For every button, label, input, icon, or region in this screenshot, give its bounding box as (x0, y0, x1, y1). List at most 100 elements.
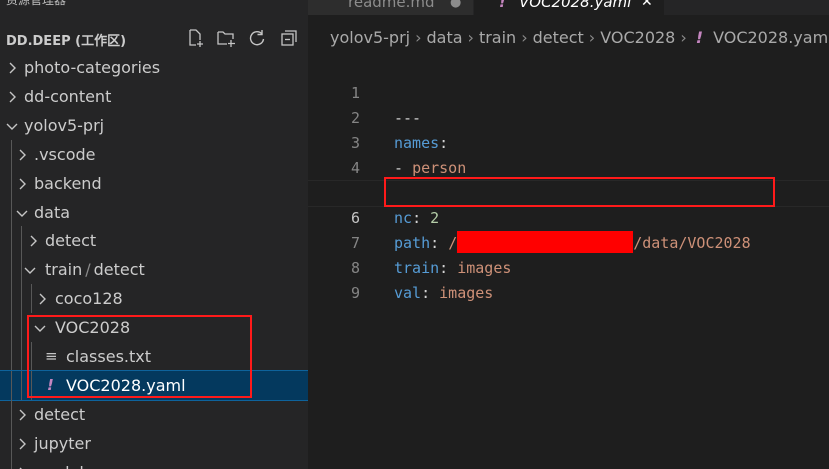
tree-label-part: train (45, 260, 83, 279)
code-editor[interactable]: 1 --- 2 names: 3 - person 4 - hat 5 nc: … (308, 56, 829, 469)
tree-label-part: detect (93, 260, 145, 279)
workspace-header[interactable]: DD.DEEP (工作区) (0, 24, 308, 52)
breadcrumb-item[interactable]: train (479, 28, 516, 47)
yaml-file-icon: ! (695, 28, 704, 47)
code-line: 3 - person (308, 106, 829, 177)
tree-folder-backend[interactable]: backend (0, 169, 308, 198)
tree-label: detect (45, 231, 97, 250)
indent-guide (11, 169, 12, 198)
tree-label: classes.txt (66, 347, 151, 366)
chevron-right-icon (6, 91, 18, 103)
chevron-down-icon (16, 207, 28, 219)
code-line: 8 val: images (308, 231, 829, 302)
new-file-icon[interactable] (185, 28, 205, 48)
tree-folder-models[interactable]: models (0, 458, 308, 469)
chevron-right-icon (36, 293, 48, 305)
indent-guide (11, 429, 12, 458)
chevron-down-icon (34, 322, 46, 334)
more-actions-icon[interactable]: ··· (268, 0, 284, 4)
tab-readme-md[interactable]: readme.md ● (308, 0, 473, 15)
tree-label: backend (34, 174, 102, 193)
code-line: 7 train: images (308, 206, 829, 277)
tree-folder-photo-categories[interactable]: photo-categories (0, 53, 308, 82)
tree-label: models (34, 458, 92, 469)
chevron-right-icon (16, 149, 28, 161)
tree-folder-jupyter[interactable]: jupyter (0, 429, 308, 458)
tab-label: VOC2028.yaml (519, 0, 632, 11)
breadcrumb-item[interactable]: yolov5-prj (330, 28, 410, 47)
indent-guide (11, 400, 12, 429)
tab-label: readme.md (348, 0, 435, 11)
breadcrumb-item[interactable]: VOC2028 (600, 28, 675, 47)
chevron-right-icon (27, 235, 39, 247)
chevron-right-icon: › (588, 28, 596, 47)
indent-guide (11, 226, 12, 255)
indent-guide (21, 313, 22, 342)
collapse-all-icon[interactable] (279, 28, 299, 48)
indent-guide (31, 284, 32, 313)
text-file-icon: ≡ (45, 347, 58, 365)
chevron-down-icon (6, 120, 18, 132)
tab-voc2028-yaml[interactable]: ! VOC2028.yaml ✕ (474, 0, 664, 15)
breadcrumb-item[interactable]: data (427, 28, 463, 47)
code-line: 5 nc: 2 (308, 156, 829, 227)
indent-guide (21, 284, 22, 313)
indent-guide (11, 371, 12, 400)
chevron-right-icon: › (415, 28, 422, 47)
tree-folder-data[interactable]: data (0, 198, 308, 227)
indent-guide (11, 198, 12, 227)
line-number: 9 (350, 284, 360, 302)
indent-guide (21, 255, 22, 284)
chevron-right-icon: › (467, 28, 474, 47)
code-line: 2 names: (308, 81, 829, 152)
tree-folder-detect[interactable]: detect (0, 400, 308, 429)
indent-guide (21, 226, 22, 255)
tree-folder-yolov5-prj[interactable]: yolov5-prj (0, 111, 308, 140)
indent-guide (31, 371, 32, 400)
tree-label: VOC2028.yaml (66, 376, 186, 395)
tree-folder-voc2028[interactable]: VOC2028 (0, 313, 308, 342)
tree-label: train / detect (45, 255, 145, 284)
tree-folder-dd-content[interactable]: dd-content (0, 82, 308, 111)
tree-label: .vscode (34, 145, 96, 164)
indent-guide (21, 342, 22, 371)
indent-guide (11, 458, 12, 469)
breadcrumb: yolov5-prj › data › train › detect › VOC2028 ›! VO… (330, 27, 829, 49)
tree-label: coco128 (55, 289, 123, 308)
yaml-file-icon: ! (499, 0, 506, 11)
unsaved-dot-icon[interactable]: ● (450, 0, 461, 10)
new-folder-icon[interactable] (216, 28, 236, 48)
tree-file-classes-txt[interactable]: ≡ classes.txt (0, 342, 308, 371)
close-icon[interactable]: ✕ (641, 0, 653, 10)
chevron-right-icon (16, 438, 28, 450)
code-line: 1 --- (308, 56, 829, 127)
tree-folder-vscode[interactable]: .vscode (0, 140, 308, 169)
tree-label: yolov5-prj (24, 116, 105, 135)
tree-folder-detect[interactable]: detect (0, 226, 308, 255)
tree-folder-train-detect[interactable]: train / detect (0, 255, 308, 284)
breadcrumb-item[interactable]: VOC2028.yaml (713, 28, 829, 47)
chevron-right-icon: › (521, 28, 528, 47)
chevron-right-icon: › (680, 28, 687, 47)
code-line: 4 - hat (308, 131, 829, 202)
breadcrumb-item[interactable]: detect (533, 28, 584, 47)
tree-label: dd-content (24, 87, 112, 106)
indent-guide (21, 371, 22, 400)
indent-guide (31, 342, 32, 371)
workspace-title: DD.DEEP (工作区) (6, 34, 127, 49)
refresh-icon[interactable] (247, 28, 267, 48)
indent-guide (11, 342, 12, 371)
tree-folder-coco128[interactable]: coco128 (0, 284, 308, 313)
code-line: 9 (308, 256, 829, 302)
line-content: val: images (394, 284, 494, 302)
explorer-sidebar: 资源管理器 ··· DD.DEEP (工作区) photo-categories… (0, 0, 308, 469)
indent-guide (11, 284, 12, 313)
yaml-file-icon: ! (47, 376, 54, 394)
explorer-title: 资源管理器 (6, 0, 67, 7)
path-separator: / (85, 260, 91, 279)
tree-label: jupyter (34, 434, 91, 453)
tree-label: data (34, 203, 71, 222)
tree-label: photo-categories (24, 58, 161, 77)
tree-file-voc2028-yaml[interactable]: ! VOC2028.yaml (0, 370, 308, 401)
indent-guide (11, 313, 12, 342)
